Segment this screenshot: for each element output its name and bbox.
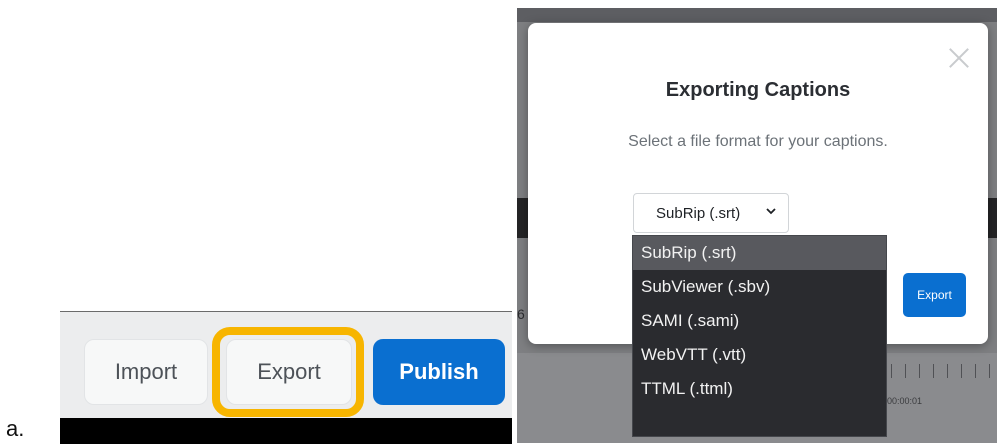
export-button[interactable]: Export xyxy=(226,339,352,405)
format-option-ttml[interactable]: TTML (.ttml) xyxy=(633,372,886,406)
import-button[interactable]: Import xyxy=(84,339,208,405)
format-dropdown-list: SubRip (.srt) SubViewer (.sbv) SAMI (.sa… xyxy=(632,235,887,437)
modal-subtitle: Select a file format for your captions. xyxy=(628,133,888,150)
format-select-value: SubRip (.srt) xyxy=(656,205,741,222)
format-select[interactable]: SubRip (.srt) xyxy=(633,193,789,233)
chevron-down-icon xyxy=(766,208,776,215)
list-marker: a. xyxy=(6,416,25,441)
format-option-sbv[interactable]: SubViewer (.sbv) xyxy=(633,270,886,304)
editor-toolbar: Import Export Publish xyxy=(60,311,512,444)
background-edge-text: 6 xyxy=(517,306,525,322)
format-option-sami[interactable]: SAMI (.sami) xyxy=(633,304,886,338)
video-area-edge xyxy=(60,418,512,444)
timeline-timecode: 00:00:01 xyxy=(887,396,923,406)
close-icon[interactable] xyxy=(948,47,970,69)
format-option-vtt[interactable]: WebVTT (.vtt) xyxy=(633,338,886,372)
modal-export-button[interactable]: Export xyxy=(903,273,966,317)
modal-title: Exporting Captions xyxy=(665,79,851,101)
export-dialog-screenshot: 00:00:01 6 Exporting Captions Select a f… xyxy=(517,8,997,443)
background-header xyxy=(517,8,997,22)
format-option-srt[interactable]: SubRip (.srt) xyxy=(633,236,886,270)
publish-button[interactable]: Publish xyxy=(373,339,505,405)
timeline-ruler xyxy=(877,364,997,378)
